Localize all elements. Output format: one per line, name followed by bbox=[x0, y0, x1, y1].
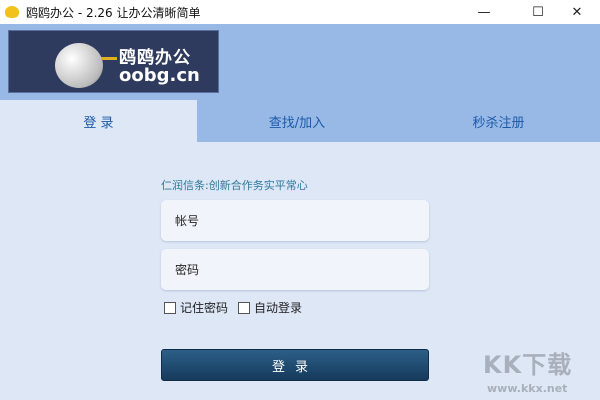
options-row: 记住密码 自动登录 bbox=[164, 299, 302, 316]
auto-login-label[interactable]: 自动登录 bbox=[254, 299, 302, 316]
title-bar: 鸥鸥办公 - 2.26 让办公清晰简单 — ☐ ✕ bbox=[0, 0, 600, 24]
motto: 仁润信条:创新合作务实平常心 bbox=[161, 179, 308, 192]
tab-register[interactable]: 秒杀注册 bbox=[397, 100, 600, 142]
bird-icon bbox=[55, 43, 103, 88]
login-button[interactable]: 登录 bbox=[161, 349, 429, 381]
logo-text-en: oobg.cn bbox=[119, 65, 200, 86]
account-input[interactable]: 帐号 bbox=[161, 200, 429, 241]
remember-password-checkbox[interactable] bbox=[164, 301, 176, 314]
password-input[interactable]: 密码 bbox=[161, 249, 429, 290]
close-button[interactable]: ✕ bbox=[554, 0, 600, 24]
minimize-button[interactable]: — bbox=[461, 0, 507, 24]
watermark-logo: KK下载 bbox=[483, 351, 573, 379]
tab-bar: 登 录 查找/加入 秒杀注册 bbox=[0, 100, 600, 142]
tab-login[interactable]: 登 录 bbox=[0, 100, 197, 142]
auto-login-checkbox[interactable] bbox=[238, 301, 251, 314]
window-title: 鸥鸥办公 - 2.26 让办公清晰简单 bbox=[26, 5, 201, 20]
logo: 鸥鸥办公 oobg.cn bbox=[8, 30, 219, 93]
remember-password-label[interactable]: 记住密码 bbox=[180, 299, 228, 316]
tab-find-join[interactable]: 查找/加入 bbox=[197, 100, 397, 142]
beak-icon bbox=[101, 57, 117, 60]
app-icon bbox=[5, 6, 19, 18]
watermark-url: www.kkx.net bbox=[487, 382, 568, 395]
